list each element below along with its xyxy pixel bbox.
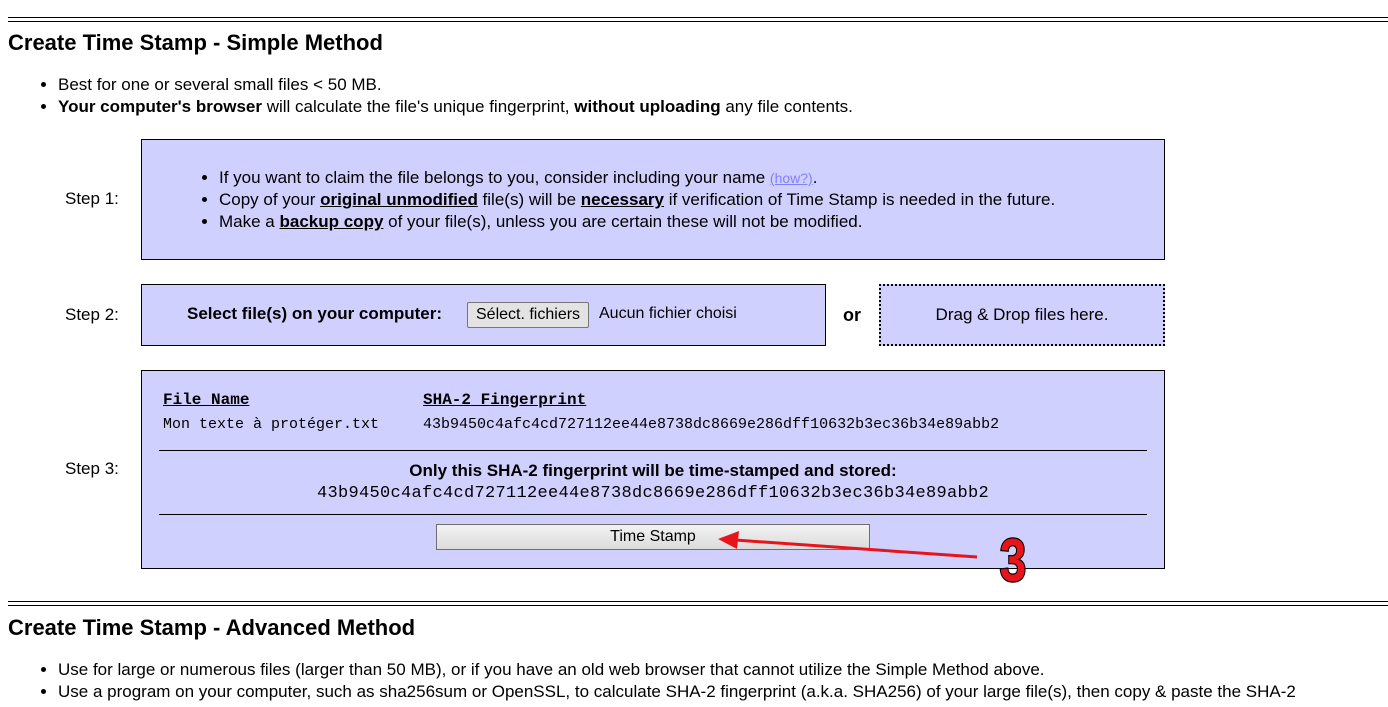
file-name-header: File Name <box>163 391 250 409</box>
how-link[interactable]: (how?) <box>770 170 813 186</box>
step2-label: Step 2: <box>65 305 119 324</box>
top-divider <box>8 17 1388 22</box>
time-stamp-button[interactable]: Time Stamp <box>436 524 870 550</box>
file-hash-value: 43b9450c4afc4cd727112ee44e8738dc8669e286… <box>423 416 1000 433</box>
step1-box: If you want to claim the file belongs to… <box>141 139 1165 260</box>
bullet-browser-calc: Your computer's browser will calculate t… <box>58 96 853 118</box>
fingerprint-header: SHA-2 Fingerprint <box>423 391 587 409</box>
step1-instructions: If you want to claim the file belongs to… <box>142 140 1164 233</box>
final-hash-value: 43b9450c4afc4cd727112ee44e8738dc8669e286… <box>316 484 990 503</box>
drag-drop-zone[interactable]: Drag & Drop files here. <box>879 284 1165 346</box>
no-file-chosen-text: Aucun fichier choisi <box>599 305 737 322</box>
step1-backup-item: Make a backup copy of your file(s), unle… <box>219 211 1164 233</box>
bullet-large-files: Use for large or numerous files (larger … <box>58 659 1296 681</box>
mid-divider <box>8 601 1388 606</box>
step3-divider-top <box>159 450 1147 451</box>
file-name-value: Mon texte à protéger.txt <box>163 416 380 433</box>
step1-copy-item: Copy of your original unmodified file(s)… <box>219 189 1164 211</box>
advanced-method-title: Create Time Stamp - Advanced Method <box>8 615 416 640</box>
simple-method-title: Create Time Stamp - Simple Method <box>8 30 383 55</box>
select-files-label: Select file(s) on your computer: <box>187 304 443 323</box>
select-files-button[interactable]: Sélect. fichiers <box>467 302 590 328</box>
bullet-file-size: Best for one or several small files < 50… <box>58 74 853 96</box>
step3-divider-bottom <box>159 514 1147 515</box>
step2-select-box: Select file(s) on your computer: Sélect.… <box>141 284 826 346</box>
or-separator: or <box>843 305 861 325</box>
bullet-use-program: Use a program on your computer, such as … <box>58 681 1296 703</box>
advanced-method-bullets: Use for large or numerous files (larger … <box>8 659 1296 703</box>
step3-label: Step 3: <box>65 459 119 478</box>
simple-method-bullets: Best for one or several small files < 50… <box>8 74 853 118</box>
only-fingerprint-text: Only this SHA-2 fingerprint will be time… <box>409 461 897 480</box>
step1-label: Step 1: <box>65 189 119 208</box>
step3-box: File Name SHA-2 Fingerprint Mon texte à … <box>141 370 1165 569</box>
step1-claim-item: If you want to claim the file belongs to… <box>219 167 1164 189</box>
